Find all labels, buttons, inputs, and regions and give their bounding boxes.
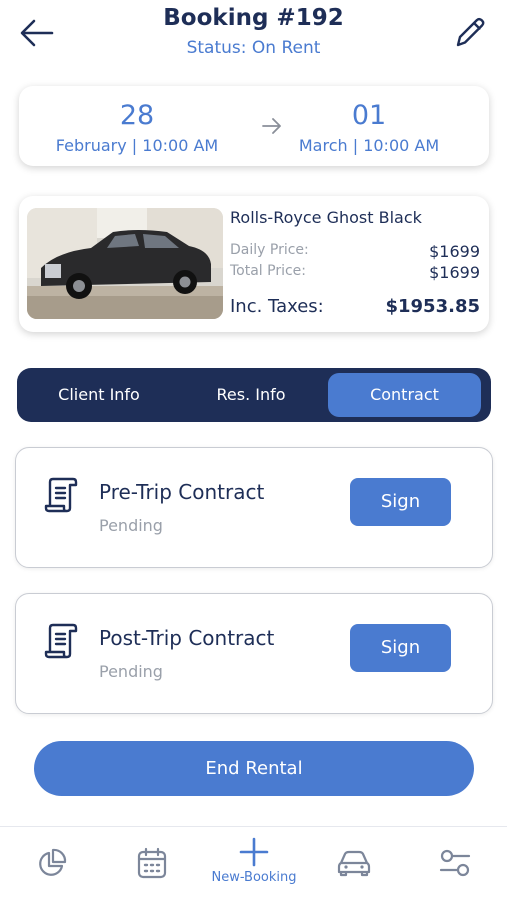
tax-row: Inc. Taxes: $1953.85 — [230, 296, 480, 317]
header: Booking #192 Status: On Rent — [0, 0, 507, 76]
end-month-time: March | 10:00 AM — [298, 136, 440, 155]
car-name: Rolls-Royce Ghost Black — [230, 208, 422, 227]
booking-tabs: Client Info Res. Info Contract — [17, 368, 491, 422]
nav-calendar[interactable] — [122, 827, 182, 900]
nav-new-booking-label: New-Booking — [211, 870, 297, 885]
end-date: 01 March | 10:00 AM — [281, 100, 457, 155]
sign-post-trip-button[interactable]: Sign — [350, 624, 451, 672]
post-trip-contract-card: Post-Trip Contract Pending Sign — [15, 593, 493, 714]
contract-title: Post-Trip Contract — [99, 626, 275, 650]
pre-trip-contract-card: Pre-Trip Contract Pending Sign — [15, 447, 493, 568]
daily-price-value: $1699 — [429, 242, 480, 261]
total-price-row: Total Price: $1699 — [230, 263, 480, 282]
car-card: Rolls-Royce Ghost Black Daily Price: $16… — [19, 196, 489, 332]
pencil-icon — [456, 17, 485, 47]
contract-status: Pending — [99, 662, 163, 681]
bottom-nav: New-Booking — [0, 826, 507, 900]
nav-new-booking[interactable]: New-Booking — [203, 827, 305, 900]
plus-icon — [239, 837, 269, 867]
tax-value: $1953.85 — [385, 296, 480, 317]
daily-price-label: Daily Price: — [230, 242, 309, 258]
pie-chart-icon — [39, 848, 67, 876]
end-day: 01 — [351, 100, 387, 131]
nav-dashboard[interactable] — [22, 827, 82, 900]
edit-button[interactable] — [450, 12, 490, 52]
total-price-value: $1699 — [429, 263, 480, 282]
rental-dates-card: 28 February | 10:00 AM 01 March | 10:00 … — [19, 86, 489, 166]
tab-client-info[interactable]: Client Info — [23, 373, 175, 417]
start-day: 28 — [119, 100, 155, 131]
booking-status: Status: On Rent — [186, 38, 321, 58]
contract-document-icon — [44, 477, 78, 513]
contract-document-icon — [44, 623, 78, 659]
car-icon — [337, 850, 371, 877]
start-month-time: February | 10:00 AM — [55, 136, 219, 155]
tab-contract[interactable]: Contract — [328, 373, 481, 417]
page-title: Booking #192 — [163, 5, 344, 31]
car-photo — [27, 208, 223, 319]
nav-settings[interactable] — [425, 827, 485, 900]
tax-label: Inc. Taxes: — [230, 296, 324, 317]
end-rental-button[interactable]: End Rental — [34, 741, 474, 796]
contract-status: Pending — [99, 516, 163, 535]
contract-title: Pre-Trip Contract — [99, 480, 265, 504]
start-date: 28 February | 10:00 AM — [49, 100, 225, 155]
nav-cars[interactable] — [324, 827, 384, 900]
sign-pre-trip-button[interactable]: Sign — [350, 478, 451, 526]
calendar-icon — [137, 847, 167, 879]
tab-res-info[interactable]: Res. Info — [175, 373, 327, 417]
sliders-icon — [439, 849, 471, 877]
daily-price-row: Daily Price: $1699 — [230, 242, 480, 261]
total-price-label: Total Price: — [230, 263, 307, 279]
